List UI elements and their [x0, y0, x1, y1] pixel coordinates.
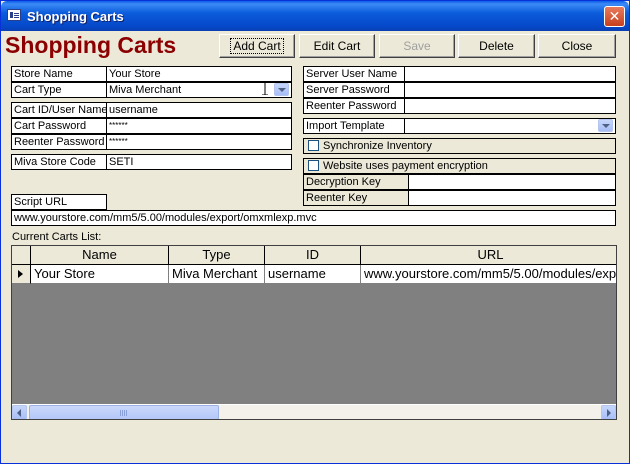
cart-password-label: Cart Password: [11, 118, 107, 134]
payment-encryption-label: Website uses payment encryption: [323, 160, 488, 172]
payment-encryption-checkbox[interactable]: [308, 159, 319, 171]
horizontal-scrollbar[interactable]: [12, 404, 616, 419]
cart-id-label: Cart ID/User Name: [11, 102, 107, 118]
close-icon: ✕: [608, 8, 621, 24]
delete-label: Delete: [479, 39, 514, 53]
synchronize-inventory-row[interactable]: Synchronize Inventory: [303, 138, 616, 154]
reenter-password-field[interactable]: ******: [106, 134, 292, 150]
cart-password-field[interactable]: ******: [106, 118, 292, 134]
window-title: Shopping Carts: [27, 9, 124, 24]
scroll-right-icon[interactable]: [601, 405, 616, 419]
reenter-key-label: Reenter Key: [303, 190, 409, 206]
cart-type-dropdown-arrow-icon[interactable]: [274, 83, 289, 96]
scrollbar-thumb[interactable]: [29, 405, 219, 419]
current-carts-label: Current Carts List:: [12, 231, 102, 243]
header-corner: [12, 246, 31, 265]
cell-name[interactable]: Your Store: [31, 265, 169, 284]
column-header-name[interactable]: Name: [31, 246, 169, 265]
column-header-id[interactable]: ID: [265, 246, 361, 265]
import-template-label: Import Template: [303, 118, 405, 134]
text-cursor-icon: [262, 81, 268, 95]
add-cart-button[interactable]: Add Cart: [219, 34, 295, 58]
server-password-label: Server Password: [303, 82, 405, 98]
close-label: Close: [561, 39, 593, 53]
edit-cart-button[interactable]: Edit Cart: [299, 34, 375, 58]
cart-id-field[interactable]: username: [106, 102, 292, 118]
carts-grid[interactable]: Name Type ID URL Your Store Miva Merchan…: [11, 245, 617, 420]
import-template-select[interactable]: [404, 118, 616, 134]
server-password-field[interactable]: [404, 82, 616, 98]
store-name-label: Store Name: [11, 66, 107, 82]
add-cart-label: Add Cart: [230, 38, 284, 54]
cell-url[interactable]: www.yourstore.com/mm5/5.00/modules/expor…: [361, 265, 616, 284]
script-url-label: Script URL: [11, 194, 107, 210]
table-row[interactable]: Your Store Miva Merchant username www.yo…: [12, 265, 616, 284]
column-header-url[interactable]: URL: [361, 246, 616, 265]
import-template-dropdown-arrow-icon[interactable]: [598, 119, 613, 132]
miva-store-code-label: Miva Store Code: [11, 154, 107, 170]
app-icon: [7, 9, 21, 21]
synchronize-inventory-label: Synchronize Inventory: [323, 140, 432, 152]
scroll-left-icon[interactable]: [12, 405, 27, 419]
server-user-name-label: Server User Name: [303, 66, 405, 82]
cell-id[interactable]: username: [265, 265, 361, 284]
column-header-type[interactable]: Type: [169, 246, 265, 265]
synchronize-inventory-checkbox[interactable]: [308, 139, 319, 151]
row-selector[interactable]: [12, 265, 31, 284]
page-title: Shopping Carts: [5, 32, 177, 58]
reenter-password-label: Reenter Password: [11, 134, 107, 150]
cart-type-value: Miva Merchant: [109, 84, 182, 96]
script-url-field[interactable]: www.yourstore.com/mm5/5.00/modules/expor…: [11, 210, 616, 226]
save-label: Save: [403, 39, 431, 53]
grid-header-row: Name Type ID URL: [12, 246, 616, 265]
close-button[interactable]: Close: [538, 34, 616, 58]
cart-type-label: Cart Type: [11, 82, 107, 98]
decryption-key-label: Decryption Key: [303, 174, 409, 190]
close-window-button[interactable]: ✕: [604, 6, 625, 27]
row-selector-arrow-icon: [18, 270, 23, 278]
title-bar[interactable]: Shopping Carts ✕: [1, 1, 629, 31]
payment-encryption-row[interactable]: Website uses payment encryption: [303, 158, 616, 174]
miva-store-code-field[interactable]: SETI: [106, 154, 292, 170]
save-button[interactable]: Save: [379, 34, 455, 58]
decryption-key-field[interactable]: [408, 174, 616, 190]
server-reenter-password-field[interactable]: [404, 98, 616, 114]
server-user-name-field[interactable]: [404, 66, 616, 82]
reenter-key-field[interactable]: [408, 190, 616, 206]
server-reenter-password-label: Reenter Password: [303, 98, 405, 114]
store-name-field[interactable]: Your Store: [106, 66, 292, 82]
cell-type[interactable]: Miva Merchant: [169, 265, 265, 284]
edit-cart-label: Edit Cart: [313, 39, 361, 53]
shopping-carts-window: Shopping Carts ✕ Shopping Carts Add Cart…: [0, 0, 630, 464]
delete-button[interactable]: Delete: [458, 34, 535, 58]
